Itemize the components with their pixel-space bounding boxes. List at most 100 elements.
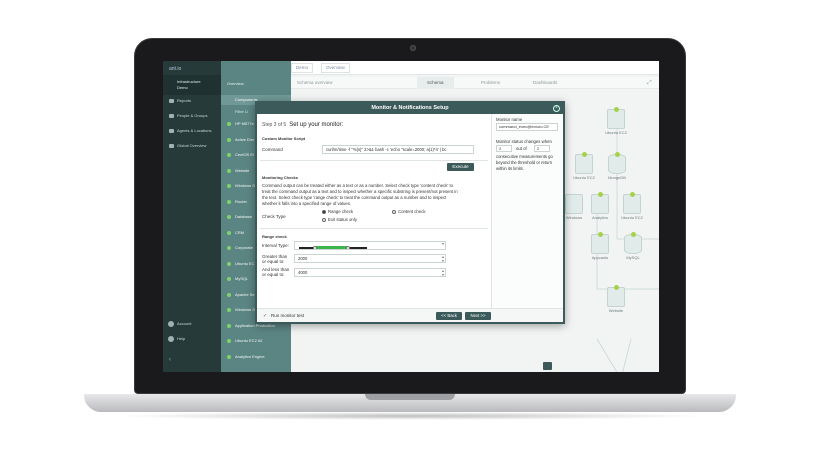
range-check-label: Range check (262, 234, 287, 239)
status-dot (615, 152, 620, 157)
node-website[interactable]: Website (603, 285, 629, 317)
chat-icon[interactable] (543, 362, 552, 370)
node-ubuntu-ec2[interactable]: Ubuntu EC2 (603, 107, 629, 139)
globe-icon (169, 144, 174, 148)
agents-icon (169, 129, 174, 133)
slider-handle-max[interactable] (346, 245, 350, 249)
left-nav: ant.io Infrastructure Demo Reports Peopl… (163, 61, 221, 372)
out-of-label: out of (516, 146, 527, 151)
custom-script-label: Custom Monitor Script (262, 136, 306, 141)
nav-item-agents[interactable]: Agents & Locations (167, 127, 219, 135)
tab-schema[interactable]: Schema (417, 77, 454, 89)
radio-label: Exit status only (328, 217, 357, 222)
node-analytics[interactable]: Analytics (587, 192, 613, 224)
status-dot (227, 137, 231, 142)
app-icon (591, 234, 609, 254)
tab-dashboards[interactable]: Dashboards (523, 77, 567, 89)
laptop-shadow (110, 412, 710, 420)
node-ubuntu-ec2-2[interactable]: Ubuntu EC2 (571, 152, 597, 184)
component-list-item[interactable]: Analytics Engine (221, 352, 291, 362)
nav-account[interactable]: Account (167, 321, 192, 327)
nav-item-reports[interactable]: Reports (167, 97, 219, 105)
command-input[interactable]: curl/m/time -f "%{s}" 2>&1 bash -c 'echo… (322, 145, 474, 154)
radio-selected-icon (322, 209, 326, 214)
run-test-checkbox[interactable]: ✓ Run monitor test (263, 313, 304, 319)
radio-icon (392, 209, 396, 214)
server-icon (575, 154, 593, 174)
component-list-item[interactable]: Ubuntu EC2 #2 (221, 336, 291, 346)
node-ubuntu-ec2-3[interactable]: Ubuntu EC2 (619, 192, 645, 224)
next-button[interactable]: Next >> (465, 312, 491, 320)
total-select[interactable]: 2 (534, 145, 550, 152)
execute-button[interactable]: Execute (447, 163, 474, 171)
status-dot (227, 215, 231, 219)
status-dot (227, 184, 231, 188)
checkmark-icon: ✓ (263, 313, 268, 319)
nav-help[interactable]: Help (167, 336, 185, 342)
component-label: MySQL (235, 276, 249, 281)
node-mysql[interactable]: MySQL (620, 232, 646, 264)
status-dot (614, 107, 619, 112)
server-icon (565, 194, 583, 214)
help-icon (168, 336, 174, 342)
threshold-description: consecutive measurements go beyond the t… (496, 154, 553, 171)
greater-than-value: 2000 (298, 256, 308, 261)
interval-type-select[interactable]: ▾ (294, 241, 446, 250)
status-dot (227, 292, 231, 297)
less-than-input[interactable]: 4000 ▴ ▾ (294, 268, 446, 277)
greater-than-input[interactable]: 2000 ▴ ▾ (294, 254, 446, 263)
monitor-name-input[interactable]: command_exec@ecturo.CE (496, 123, 558, 131)
website-icon (607, 287, 625, 307)
back-button[interactable]: << Back (436, 312, 462, 320)
node-mongodb[interactable]: MongoDB (604, 152, 630, 184)
status-dot (227, 153, 231, 157)
app-icon (591, 194, 609, 214)
component-label: Corporate (235, 245, 253, 250)
tab-problems[interactable]: Problems (471, 77, 510, 89)
tab-overview[interactable]: Overview (227, 81, 244, 86)
component-label: Active Dire (235, 136, 255, 142)
expand-icon[interactable]: ⤢ (647, 80, 652, 87)
component-label: Analytics Engine (235, 353, 265, 359)
nav-item-people[interactable]: People & Groups (167, 112, 219, 120)
stepper-icon[interactable]: ▴ ▾ (442, 269, 444, 276)
status-dot (227, 168, 231, 173)
nav-account-label: Account (177, 321, 192, 326)
breadcrumb-demo[interactable]: Demo (291, 63, 314, 73)
camera (410, 45, 416, 51)
account-icon (168, 321, 174, 327)
modal-title: Monitor & Notifications Setup (257, 103, 563, 114)
check-type-label: Check Type (262, 214, 286, 219)
monitor-setup-modal: Monitor & Notifications Setup × Step 3 o… (255, 101, 565, 324)
component-label: Windows Se (235, 307, 258, 312)
command-label: Command (262, 147, 283, 152)
component-label: Ubuntu EC (235, 260, 255, 266)
node-appcasts[interactable]: Appcasts (587, 232, 613, 264)
collapse-icon[interactable]: ‹ (169, 357, 171, 363)
status-dot (227, 122, 231, 126)
node-label: Ubuntu EC2 (605, 130, 627, 135)
node-label: MySQL (626, 255, 640, 260)
stepper-icon[interactable]: ▴ ▾ (442, 255, 444, 262)
breadcrumb-overview[interactable]: Overview (321, 63, 350, 73)
component-label: CRM (235, 229, 245, 235)
status-dot (227, 339, 231, 343)
component-label: Ubuntu EC2 #2 (235, 338, 263, 343)
nav-item-global[interactable]: Global Overview (167, 142, 219, 150)
step-title: Set up your monitor: (289, 122, 344, 128)
less-than-label: And less than or equal to: (262, 267, 290, 277)
slider-handle-min[interactable] (313, 245, 317, 249)
close-icon[interactable]: × (553, 105, 560, 112)
radio-range-check[interactable]: Range check (322, 209, 353, 214)
radio-exit-status[interactable]: Exit status only (322, 217, 357, 222)
top-bar: Demo Overview (291, 61, 659, 75)
count-select[interactable]: 2 (496, 145, 512, 152)
schema-title: Schema overview (297, 80, 333, 85)
radio-content-check[interactable]: Content check (392, 209, 425, 214)
workspace-selector[interactable]: Infrastructure Demo (163, 75, 221, 95)
component-label: Website (235, 167, 250, 173)
radio-label: Range check (328, 209, 354, 214)
status-dot (227, 308, 231, 312)
status-dot (630, 192, 635, 197)
interval-slider-range (315, 246, 348, 249)
